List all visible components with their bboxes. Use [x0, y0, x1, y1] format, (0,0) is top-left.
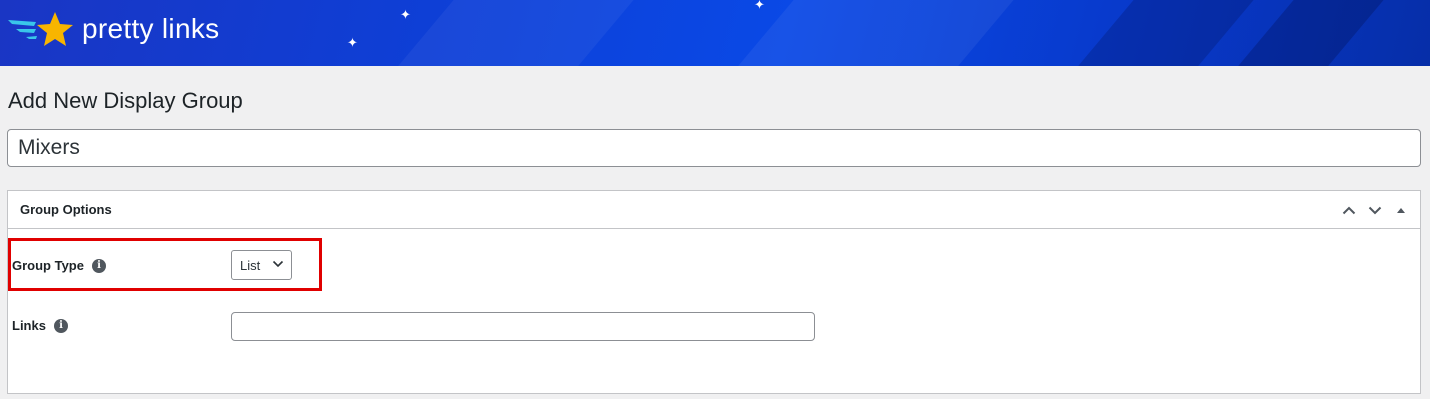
chevron-down-icon — [1368, 206, 1382, 214]
links-label: Links — [12, 318, 46, 333]
panel-handle-actions — [1336, 191, 1414, 229]
links-input[interactable] — [231, 312, 815, 341]
sparkle-icon: ✦ — [400, 7, 411, 22]
sparkle-icon: ✦ — [347, 35, 358, 50]
page-title: Add New Display Group — [8, 88, 243, 113]
links-row: Links i — [12, 318, 68, 333]
info-icon[interactable]: i — [91, 258, 106, 273]
move-up-button[interactable] — [1336, 191, 1362, 229]
sparkle-icon: ✦ — [754, 0, 765, 12]
chevron-up-icon — [1342, 206, 1356, 214]
display-group-name-input[interactable] — [7, 129, 1421, 167]
brand-name: pretty links — [82, 13, 220, 44]
toggle-panel-button[interactable] — [1388, 191, 1414, 229]
group-type-label: Group Type — [12, 258, 84, 273]
pretty-links-logo[interactable]: pretty links — [6, 10, 219, 50]
group-options-panel: Group Options — [7, 190, 1421, 394]
group-type-selected: List — [240, 257, 261, 273]
group-type-row: Group Type i — [12, 258, 106, 273]
info-icon[interactable]: i — [53, 318, 68, 333]
group-options-header: Group Options — [8, 191, 1420, 229]
chevron-down-icon — [272, 260, 284, 268]
group-type-select[interactable]: List — [231, 250, 292, 280]
star-logo-icon — [8, 12, 73, 46]
collapse-triangle-icon — [1397, 208, 1405, 213]
group-options-title: Group Options — [20, 202, 112, 217]
move-down-button[interactable] — [1362, 191, 1388, 229]
brand-banner: ✦ ✦ ✦ pretty links — [0, 0, 1430, 66]
